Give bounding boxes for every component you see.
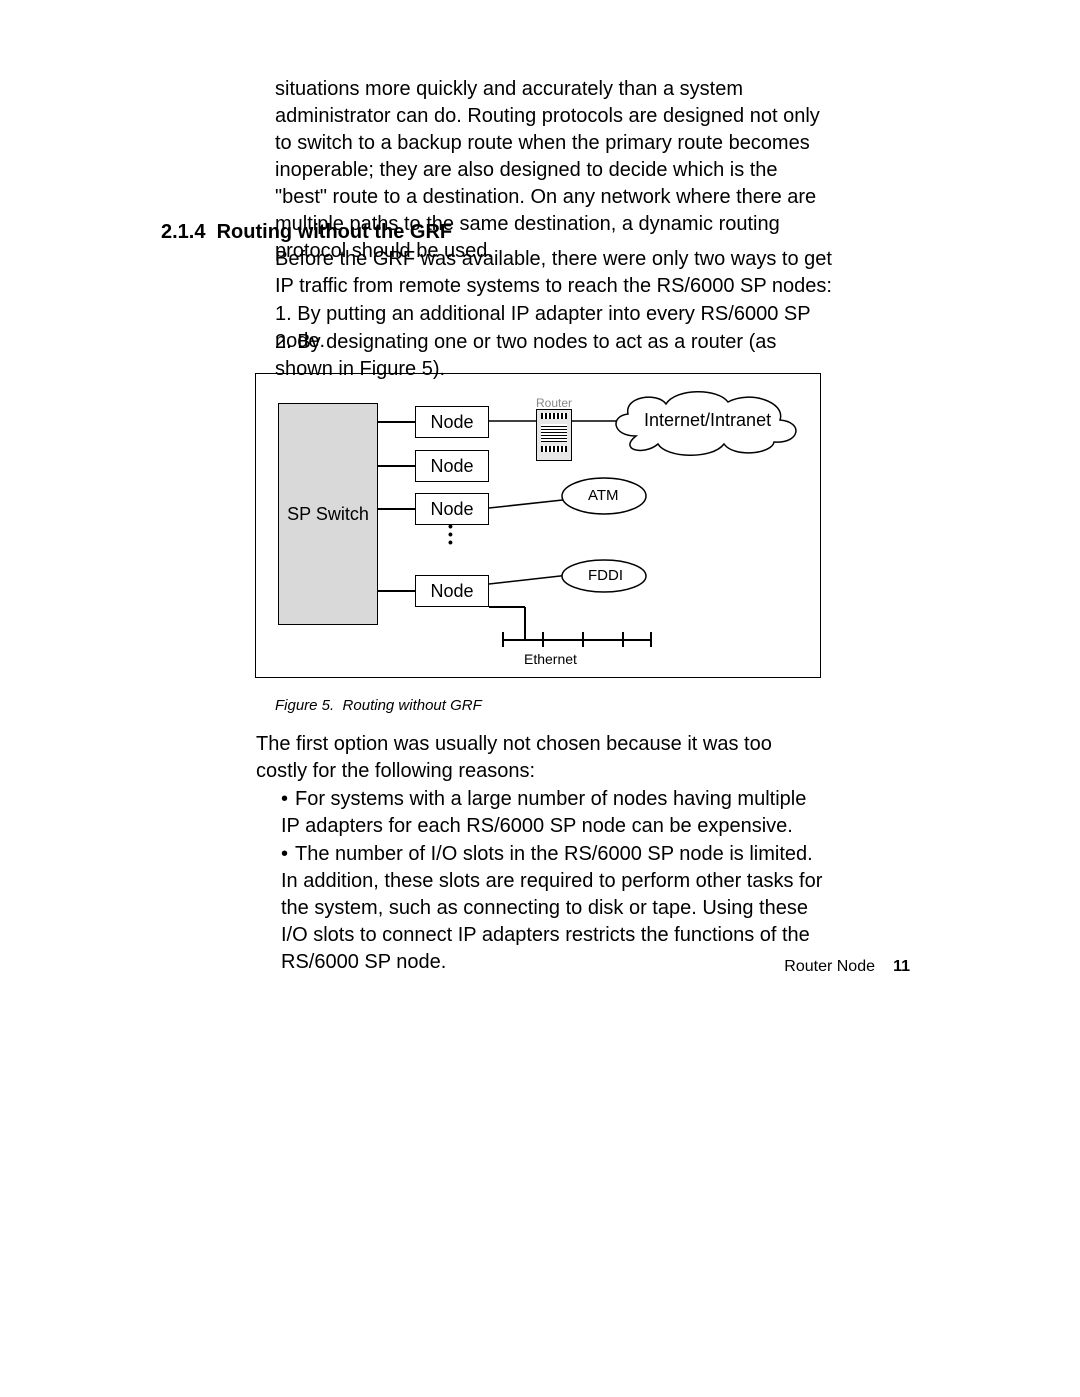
footer-page-number: 11 [893, 956, 910, 978]
bullet-item-1: •For systems with a large number of node… [281, 786, 826, 840]
figure-caption: Figure 5. Routing without GRF [275, 696, 482, 716]
ethernet-tick [502, 632, 504, 647]
sp-switch-box: SP Switch [278, 403, 378, 625]
ethernet-tick [542, 632, 544, 647]
bullet-icon: • [281, 786, 295, 813]
ethernet-label: Ethernet [524, 650, 577, 669]
section-number: 2.1.4 [161, 221, 205, 243]
cloud-atm-label: ATM [588, 486, 619, 506]
after-figure-paragraph: The first option was usually not chosen … [256, 731, 816, 785]
ethernet-drop [524, 607, 526, 639]
router-label: Router [536, 395, 572, 411]
cloud-fddi-label: FDDI [588, 566, 623, 586]
section-heading: 2.1.4 Routing without the GRF [161, 219, 452, 246]
bullet-item-2: •The number of I/O slots in the RS/6000 … [281, 841, 826, 976]
list-number: 2. [275, 331, 292, 353]
node-box-2: Node [415, 450, 489, 482]
ethernet-tick [622, 632, 624, 647]
connector-line [378, 590, 415, 592]
bullet-icon: • [281, 841, 295, 868]
ethernet-bus [502, 639, 652, 641]
figure-caption-text: Routing without GRF [343, 697, 482, 714]
node-box-4: Node [415, 575, 489, 607]
ethernet-tick [582, 632, 584, 647]
bullet-text: The number of I/O slots in the RS/6000 S… [281, 843, 822, 973]
ethernet-drop [489, 606, 525, 608]
list-number: 1. [275, 303, 292, 325]
figure-diagram: SP Switch Node Node Node Node ••• Router… [255, 373, 821, 678]
ethernet-tick [650, 632, 652, 647]
connector-line [378, 421, 415, 423]
ellipsis-dots: ••• [448, 522, 453, 546]
node-box-1: Node [415, 406, 489, 438]
footer-section: Router Node [784, 956, 875, 978]
cloud-internet-label: Internet/Intranet [644, 408, 771, 432]
section-intro: Before the GRF was available, there were… [275, 246, 835, 300]
figure-caption-prefix: Figure 5. [275, 697, 334, 714]
document-page: situations more quickly and accurately t… [0, 0, 1080, 1397]
connector-line [378, 465, 415, 467]
connector-line [378, 508, 415, 510]
section-title: Routing without the GRF [217, 221, 453, 243]
router-icon [536, 409, 572, 461]
bullet-text: For systems with a large number of nodes… [281, 788, 806, 837]
